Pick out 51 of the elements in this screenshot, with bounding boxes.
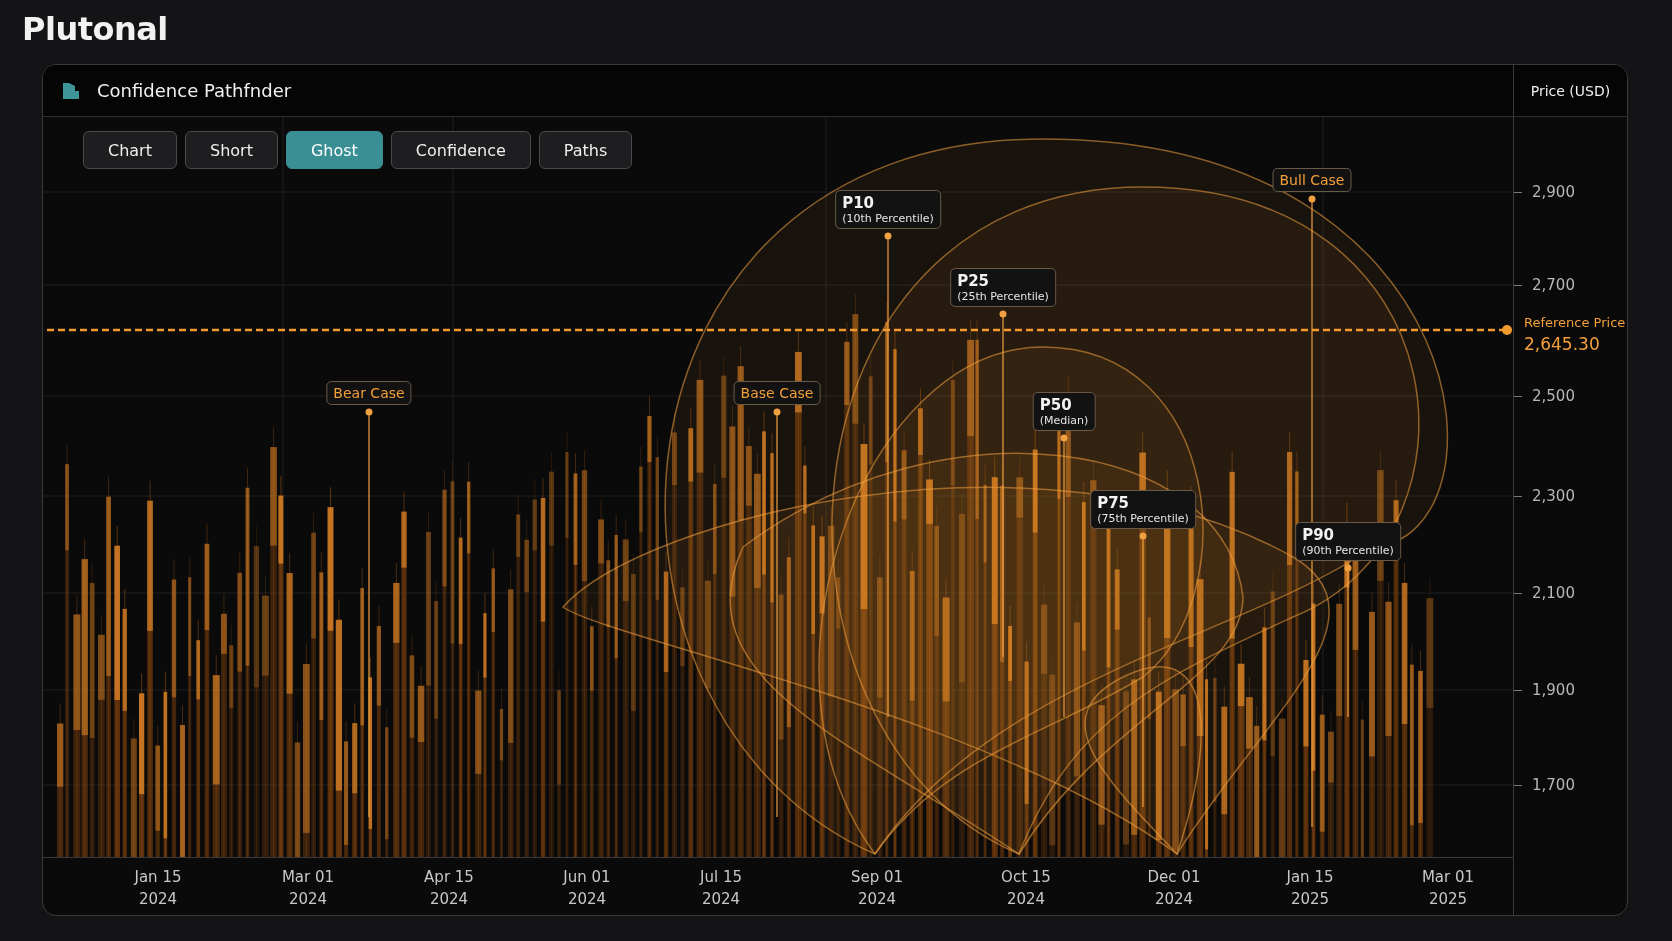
callout-subtitle: (10th Percentile) <box>842 212 934 225</box>
view-tab[interactable]: Short <box>184 131 278 169</box>
callout-subtitle: (25th Percentile) <box>957 290 1049 303</box>
axis-title: Price (USD) <box>1530 82 1611 99</box>
axis-year: 2024 <box>429 889 469 910</box>
callout-label: Bull Case <box>1272 168 1352 192</box>
callout-label: Bear Case <box>326 381 412 405</box>
reference-label: Reference Price <box>1524 315 1626 330</box>
axis-tick: 2,700 <box>1532 276 1575 294</box>
view-tab[interactable]: Ghost <box>285 131 383 169</box>
view-tab[interactable]: Confidence <box>390 131 531 169</box>
panel-title: Confidence Pathfnder <box>97 80 292 101</box>
axis-year: 2025 <box>1428 889 1468 910</box>
axis-date: Dec 01 <box>1147 867 1201 888</box>
callout-title: P10 <box>842 194 876 212</box>
callout-label: Base Case <box>733 381 821 405</box>
axis-tick: 2,100 <box>1532 584 1575 602</box>
axis-year: 2024 <box>567 889 607 910</box>
axis-date: Jul 15 <box>700 867 742 888</box>
axis-tick: 2,900 <box>1532 183 1575 201</box>
axis-year: 2024 <box>857 889 897 910</box>
axis-tick: 1,900 <box>1532 681 1575 699</box>
axis-year: 2025 <box>1290 889 1330 910</box>
callout-subtitle: (Median) <box>1039 414 1089 427</box>
axis-year: 2024 <box>1154 889 1194 910</box>
callout-title: P25 <box>957 272 991 290</box>
axis-date: Jan 15 <box>134 867 182 888</box>
callout-title: P75 <box>1097 494 1131 512</box>
callout-title: P90 <box>1302 526 1336 544</box>
app-title: Plutonal <box>22 10 169 50</box>
axis-date: Sep 01 <box>850 867 904 888</box>
axis-tick: 2,300 <box>1532 487 1575 505</box>
axis-year: 2024 <box>288 889 328 910</box>
logo-icon <box>61 80 81 101</box>
axis-date: Jun 01 <box>563 867 611 888</box>
axis-date: Oct 15 <box>1001 867 1051 888</box>
axis-date: Mar 01 <box>281 867 335 888</box>
axis-tick: 2,500 <box>1532 387 1575 405</box>
callout-title: P50 <box>1039 396 1073 414</box>
axis-year: 2024 <box>138 889 178 910</box>
axis-year: 2024 <box>701 889 741 910</box>
axis-date: Apr 15 <box>424 867 474 888</box>
callout-subtitle: (75th Percentile) <box>1097 512 1189 525</box>
axis-date: Mar 01 <box>1421 867 1475 888</box>
reference-value: 2,645.30 <box>1524 334 1601 354</box>
axis-year: 2024 <box>1006 889 1046 910</box>
view-tab[interactable]: Chart <box>83 131 177 169</box>
callout-subtitle: (90th Percentile) <box>1302 544 1394 557</box>
axis-date: Jan 15 <box>1286 867 1334 888</box>
view-tab[interactable]: Paths <box>538 131 633 169</box>
axis-tick: 1,700 <box>1532 776 1575 794</box>
